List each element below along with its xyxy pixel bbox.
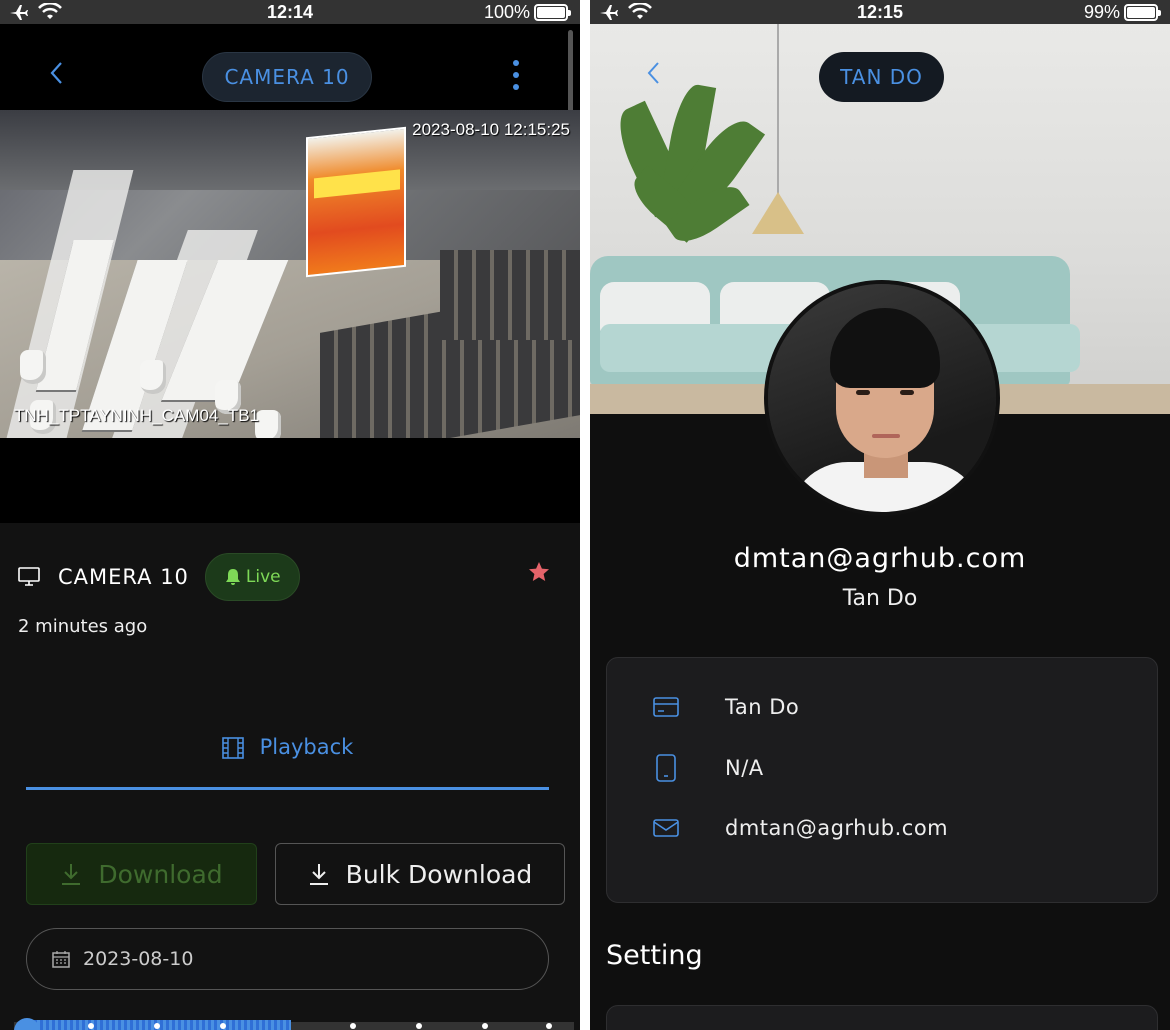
profile-name: Tan Do [842,586,918,611]
video-timestamp: 2023-08-10 12:15:25 [412,120,570,139]
tab-playback[interactable]: Playback [26,735,549,790]
profile-screen: 12:15 99% TAN DO dmtan@agrhub.com Tan Do [590,0,1170,1030]
bell-icon [225,569,240,585]
card-icon [653,697,679,717]
battery-percent: 100% [483,1,530,22]
live-label: Live [245,567,281,587]
back-chevron-icon[interactable] [44,60,70,86]
profile-details-card: Tan Do N/A dmtan@agrhub.com [606,657,1158,903]
page-title: TAN DO [819,52,944,102]
last-updated: 2 minutes ago [18,616,148,637]
bulk-download-button[interactable]: Bulk Download [275,843,565,905]
status-bar: 12:15 99% [590,0,1170,24]
date-picker-field[interactable]: 2023-08-10 [26,928,549,990]
monitor-icon [18,567,40,586]
camera-screen: 12:14 100% CAMERA 10 2023-08-10 12:15:25… [0,0,580,1030]
mail-icon [653,819,679,837]
back-chevron-icon[interactable] [642,60,666,86]
favorite-star-icon[interactable] [527,560,551,584]
setting-card[interactable] [606,1005,1158,1030]
status-bar: 12:14 100% [0,0,580,24]
video-letterbox [0,438,580,523]
more-options-icon[interactable] [507,60,525,90]
battery-percent: 99% [1083,1,1120,22]
camera-video[interactable]: 2023-08-10 12:15:25 TNH_TPTAYNINH_CAM04_… [0,110,580,438]
live-badge[interactable]: Live [204,553,300,601]
date-value: 2023-08-10 [83,948,194,970]
camera-header: CAMERA 10 [0,24,580,110]
phone-icon [656,754,676,782]
download-icon [309,864,328,885]
promo-banner [306,126,406,278]
setting-heading: Setting [606,940,703,971]
download-icon [62,864,81,885]
detail-phone-row: N/A [653,753,764,783]
page-title: CAMERA 10 [202,52,372,102]
battery-icon [1124,3,1161,21]
camera-info-row: CAMERA 10 Live [18,552,300,602]
tab-playback-label: Playback [259,735,354,759]
playback-timeline[interactable] [14,1018,574,1030]
camera-name: CAMERA 10 [58,565,189,589]
download-button[interactable]: Download [26,843,257,905]
avatar[interactable] [764,280,1000,516]
profile-email: dmtan@agrhub.com [733,543,1027,574]
film-grid-icon [221,737,244,759]
battery-icon [534,3,571,21]
detail-email-row: dmtan@agrhub.com [653,813,948,843]
video-camera-label: TNH_TPTAYNINH_CAM04_TB1 [14,406,259,425]
calendar-icon [52,951,70,968]
detail-name-row: Tan Do [653,692,799,722]
